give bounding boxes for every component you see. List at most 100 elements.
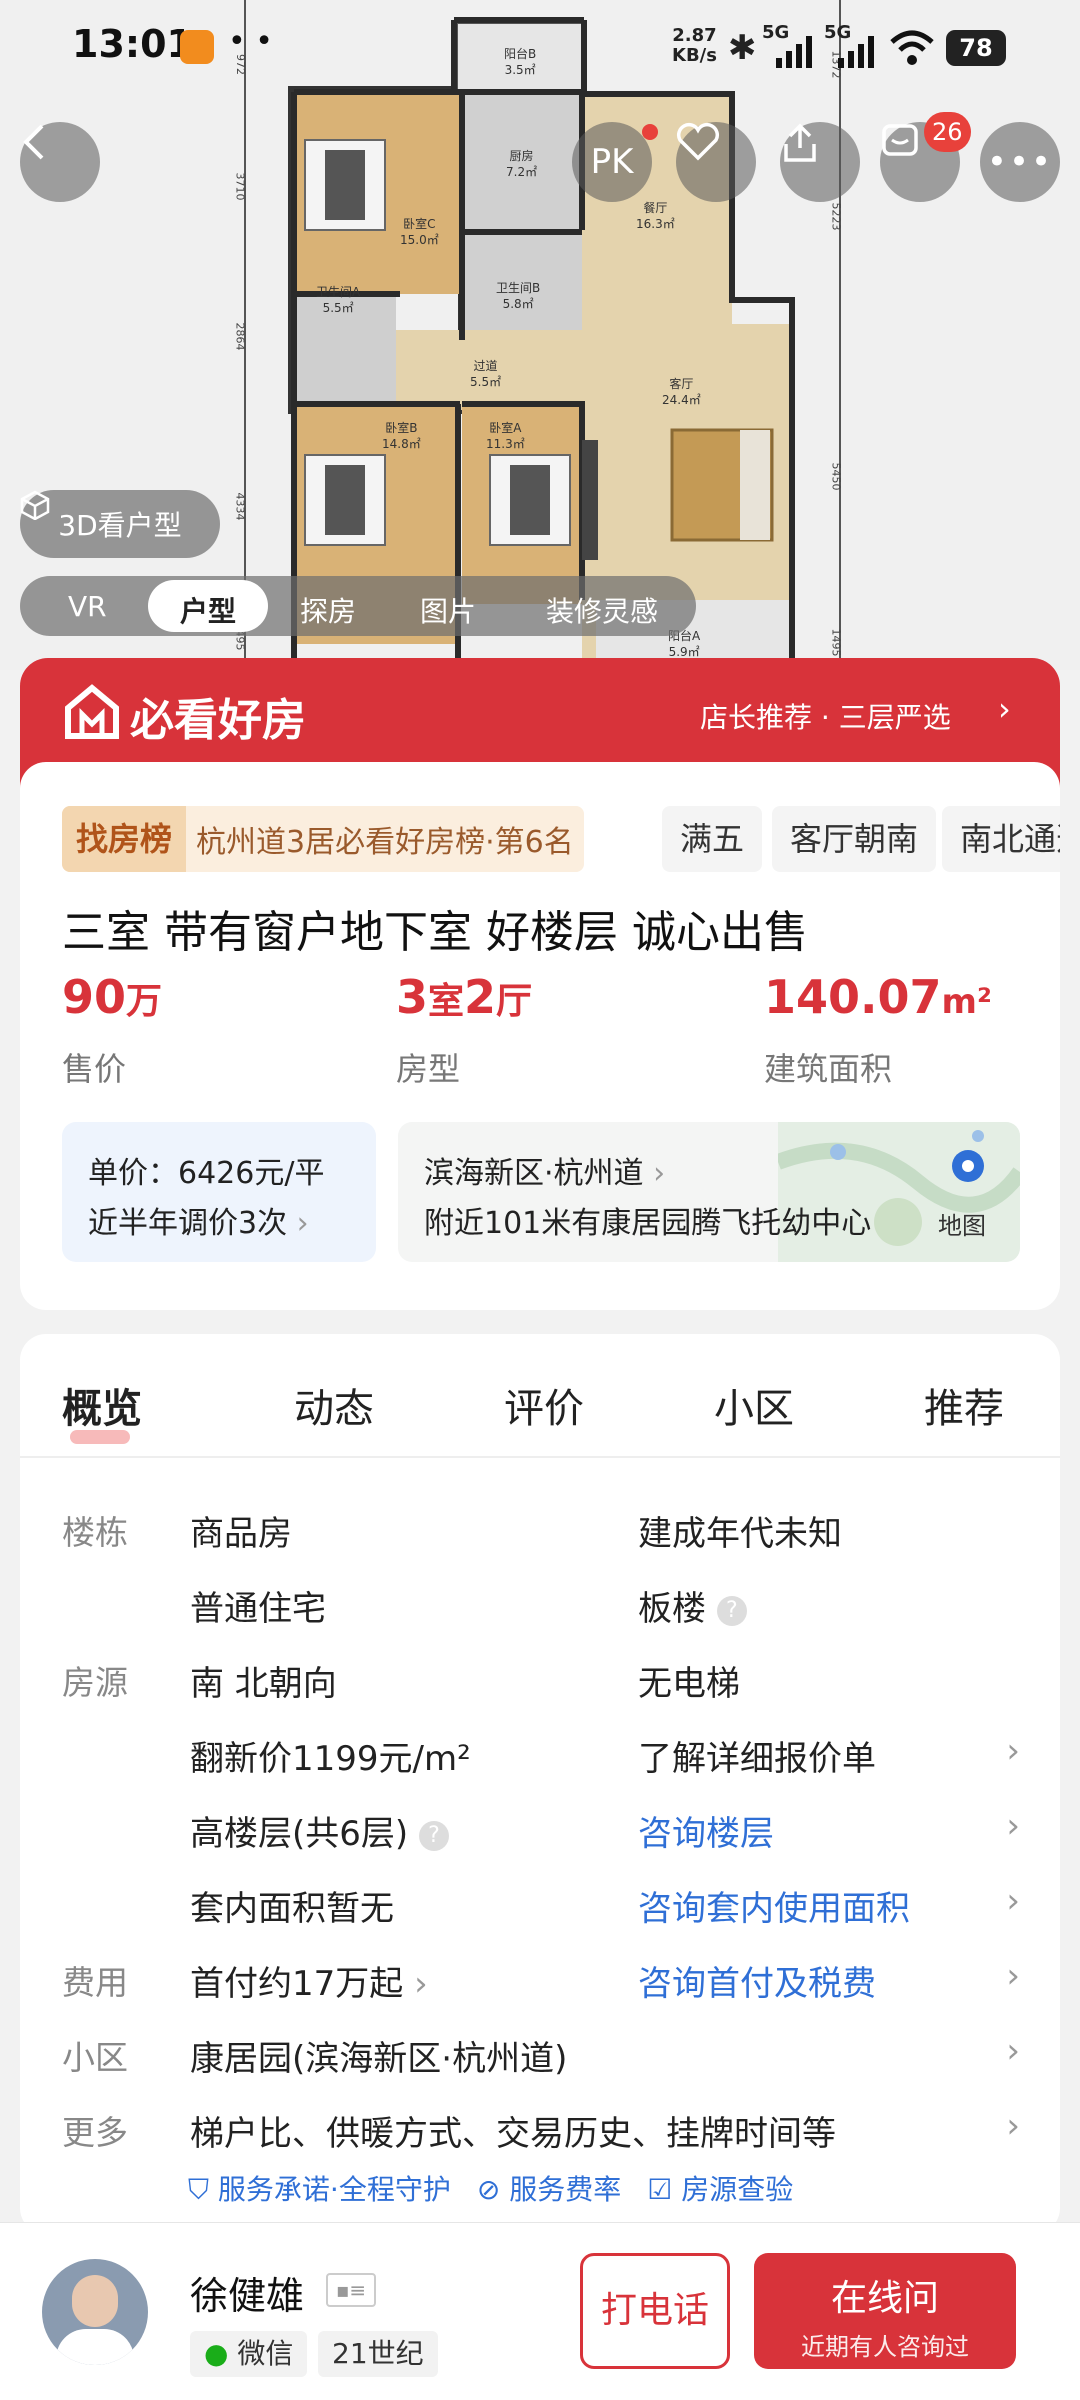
down-payment[interactable]: 首付约17万起 › (190, 1956, 428, 2005)
media-tab-photos[interactable]: 图片 (420, 590, 476, 630)
orientation: 南 北朝向 (190, 1664, 337, 1704)
tab-updates[interactable]: 动态 (294, 1376, 374, 1434)
tab-community[interactable]: 小区 (714, 1376, 794, 1434)
signal-icon-2 (838, 36, 874, 68)
back-button[interactable] (20, 122, 100, 202)
room-label-corridor: 过道 5.5㎡ (470, 359, 502, 389)
down-payment-consult-link[interactable]: 咨询首付及税费 (638, 1956, 876, 2005)
chevron-right-icon: › (1006, 2031, 1020, 2071)
chevron-right-icon: › (998, 690, 1011, 728)
more-menu-button[interactable]: ••• (980, 122, 1060, 202)
service-fee-link[interactable]: ⊘ 服务费率 (477, 2168, 621, 2208)
media-tab-floorplan[interactable]: 户型 (180, 590, 236, 630)
share-button[interactable] (780, 122, 860, 202)
wifi-icon (890, 30, 934, 65)
unit-price: 单价：6426元/平 (88, 1156, 325, 1191)
chevron-right-icon: › (1006, 1956, 1020, 1996)
area-label: 建筑面积 (764, 1050, 893, 1088)
help-icon[interactable]: ? (716, 1595, 747, 1626)
share-icon (784, 123, 816, 162)
pk-compare-button[interactable]: PK (572, 122, 652, 202)
online-consult-sub: 近期有人咨询过 (801, 2333, 969, 2361)
map-label[interactable]: 地图 (938, 1206, 986, 1241)
agent-name: 徐健雄 (190, 2274, 305, 2318)
floorplan-hero[interactable]: 阳台B 3.5㎡ 厨房 7.2㎡ 卧室C 15.0㎡ 餐厅 16.3㎡ 卫生间A 5.5㎡… (0, 0, 1080, 670)
heart-icon (676, 123, 720, 161)
elevator: 无电梯 (638, 1664, 740, 1704)
price-adjust-link[interactable]: 近半年调价3次 › (88, 1198, 309, 1242)
tab-overview[interactable]: 概览 (62, 1376, 142, 1434)
dimension-label: 5223 (829, 202, 843, 231)
floor-level: 高楼层(共6层) ? (190, 1806, 449, 1855)
view-3d-label: 3D看户型 (58, 509, 182, 542)
tab-recommend[interactable]: 推荐 (924, 1376, 1004, 1434)
detail-card: 概览 动态 评价 小区 推荐 楼栋 商品房 建成年代未知 普通住宅 板楼 ? 房… (20, 1334, 1060, 2234)
online-consult-button[interactable]: 在线问 近期有人咨询过 (754, 2253, 1016, 2369)
wechat-icon: ● (204, 2337, 229, 2370)
tab-active-indicator (70, 1430, 130, 1444)
online-consult-label: 在线问 (830, 2278, 939, 2319)
media-tab-visit[interactable]: 探房 (300, 590, 356, 630)
more-notifications-icon: • • (228, 24, 273, 59)
dimension-label: 5450 (829, 462, 843, 491)
floor-consult-link[interactable]: 咨询楼层 (638, 1806, 774, 1855)
listing-summary-card: 找房榜 杭州道3居必看好房榜·第6名 满五 客厅朝南 南北通透 三室 带有窗户地… (20, 762, 1060, 1310)
tag-living-room-south: 客厅朝南 (772, 806, 937, 872)
tag-man-wu: 满五 (662, 806, 763, 872)
more-info[interactable]: 梯户比、供暖方式、交易历史、挂牌时间等 (190, 2106, 836, 2155)
room-label-bath-a: 卫生间A 5.5㎡ (316, 285, 361, 315)
service-links: ⛉ 服务承诺·全程守护 ⊘ 服务费率 ☑ 房源查验 (188, 2168, 793, 2208)
battery-indicator: 78 (946, 30, 1006, 66)
message-count-badge: 26 (924, 112, 971, 152)
bluetooth-icon: ✱ (728, 28, 757, 68)
favorite-button[interactable] (676, 122, 756, 202)
listing-verify-link[interactable]: ☑ 房源查验 (647, 2168, 793, 2208)
rank-tag[interactable]: 找房榜 杭州道3居必看好房榜·第6名 (62, 806, 584, 872)
room-label-living: 客厅 24.4㎡ (662, 377, 701, 407)
wechat-badge[interactable]: ● 微信 (190, 2331, 308, 2377)
tab-divider (20, 1456, 1060, 1458)
listing-title: 三室 带有窗户地下室 好楼层 诚心出售 (62, 907, 808, 958)
unit-price-box[interactable]: 单价：6426元/平 近半年调价3次 › (62, 1122, 376, 1262)
agent-bottom-bar: 徐健雄 ▪≡ ● 微信 21世纪 打电话 在线问 近期有人咨询过 (0, 2222, 1080, 2400)
label-more: 更多 (62, 2113, 128, 2152)
service-promise-link[interactable]: ⛉ 服务承诺·全程守护 (188, 2168, 451, 2208)
help-icon[interactable]: ? (418, 1820, 449, 1851)
id-card-icon[interactable]: ▪≡ (326, 2273, 376, 2307)
floorplan-drawing (0, 0, 1080, 670)
room-label-bedroom-b: 卧室B 14.8㎡ (382, 421, 421, 451)
label-community: 小区 (62, 2038, 128, 2077)
view-3d-button[interactable]: 3D看户型 (20, 490, 220, 558)
house-logo-icon (65, 684, 119, 739)
location-box[interactable]: 滨海新区·杭州道 › 附近101米有康居园腾飞托幼中心 地图 (398, 1122, 1020, 1262)
agent-avatar[interactable] (42, 2259, 148, 2365)
dimension-label: 2864 (233, 322, 247, 351)
cube-icon (20, 490, 50, 520)
status-time: 13:01 (72, 22, 193, 66)
room-label-balcony-b: 阳台B 3.5㎡ (504, 47, 537, 77)
structure-type: 板楼 ? (638, 1581, 747, 1630)
layout-label: 房型 (396, 1050, 461, 1088)
area-value: 140.07m² (764, 970, 992, 1024)
label-building: 楼栋 (62, 1513, 128, 1552)
media-tab-vr[interactable]: VR (68, 590, 107, 623)
banner-title: 必看好房 (130, 695, 306, 746)
location-district[interactable]: 滨海新区·杭州道 › (424, 1148, 665, 1192)
tab-reviews[interactable]: 评价 (504, 1376, 584, 1434)
rank-text: 杭州道3居必看好房榜·第6名 (196, 825, 574, 860)
renovate-quote-link[interactable]: 了解详细报价单 (638, 1731, 876, 1780)
chevron-right-icon: › (1006, 2106, 1020, 2146)
community-name[interactable]: 康居园(滨海新区·杭州道) (190, 2031, 567, 2080)
media-tab-decor-ideas[interactable]: 装修灵感 (546, 590, 658, 630)
inner-area: 套内面积暂无 (190, 1889, 394, 1929)
nearby-poi: 附近101米有康居园腾飞托幼中心 (424, 1206, 872, 1241)
room-label-bedroom-a: 卧室A 11.3㎡ (486, 421, 525, 451)
call-button[interactable]: 打电话 (580, 2253, 730, 2369)
inner-area-consult-link[interactable]: 咨询套内使用面积 (638, 1881, 910, 1930)
chevron-right-icon: › (1006, 1881, 1020, 1921)
network-speed: 2.87 KB/s (672, 25, 717, 66)
dimension-label: 1495 (829, 628, 843, 657)
pk-label: PK (590, 142, 634, 182)
verify-icon: ☑ (647, 2173, 673, 2206)
chevron-right-icon: › (1006, 1731, 1020, 1771)
